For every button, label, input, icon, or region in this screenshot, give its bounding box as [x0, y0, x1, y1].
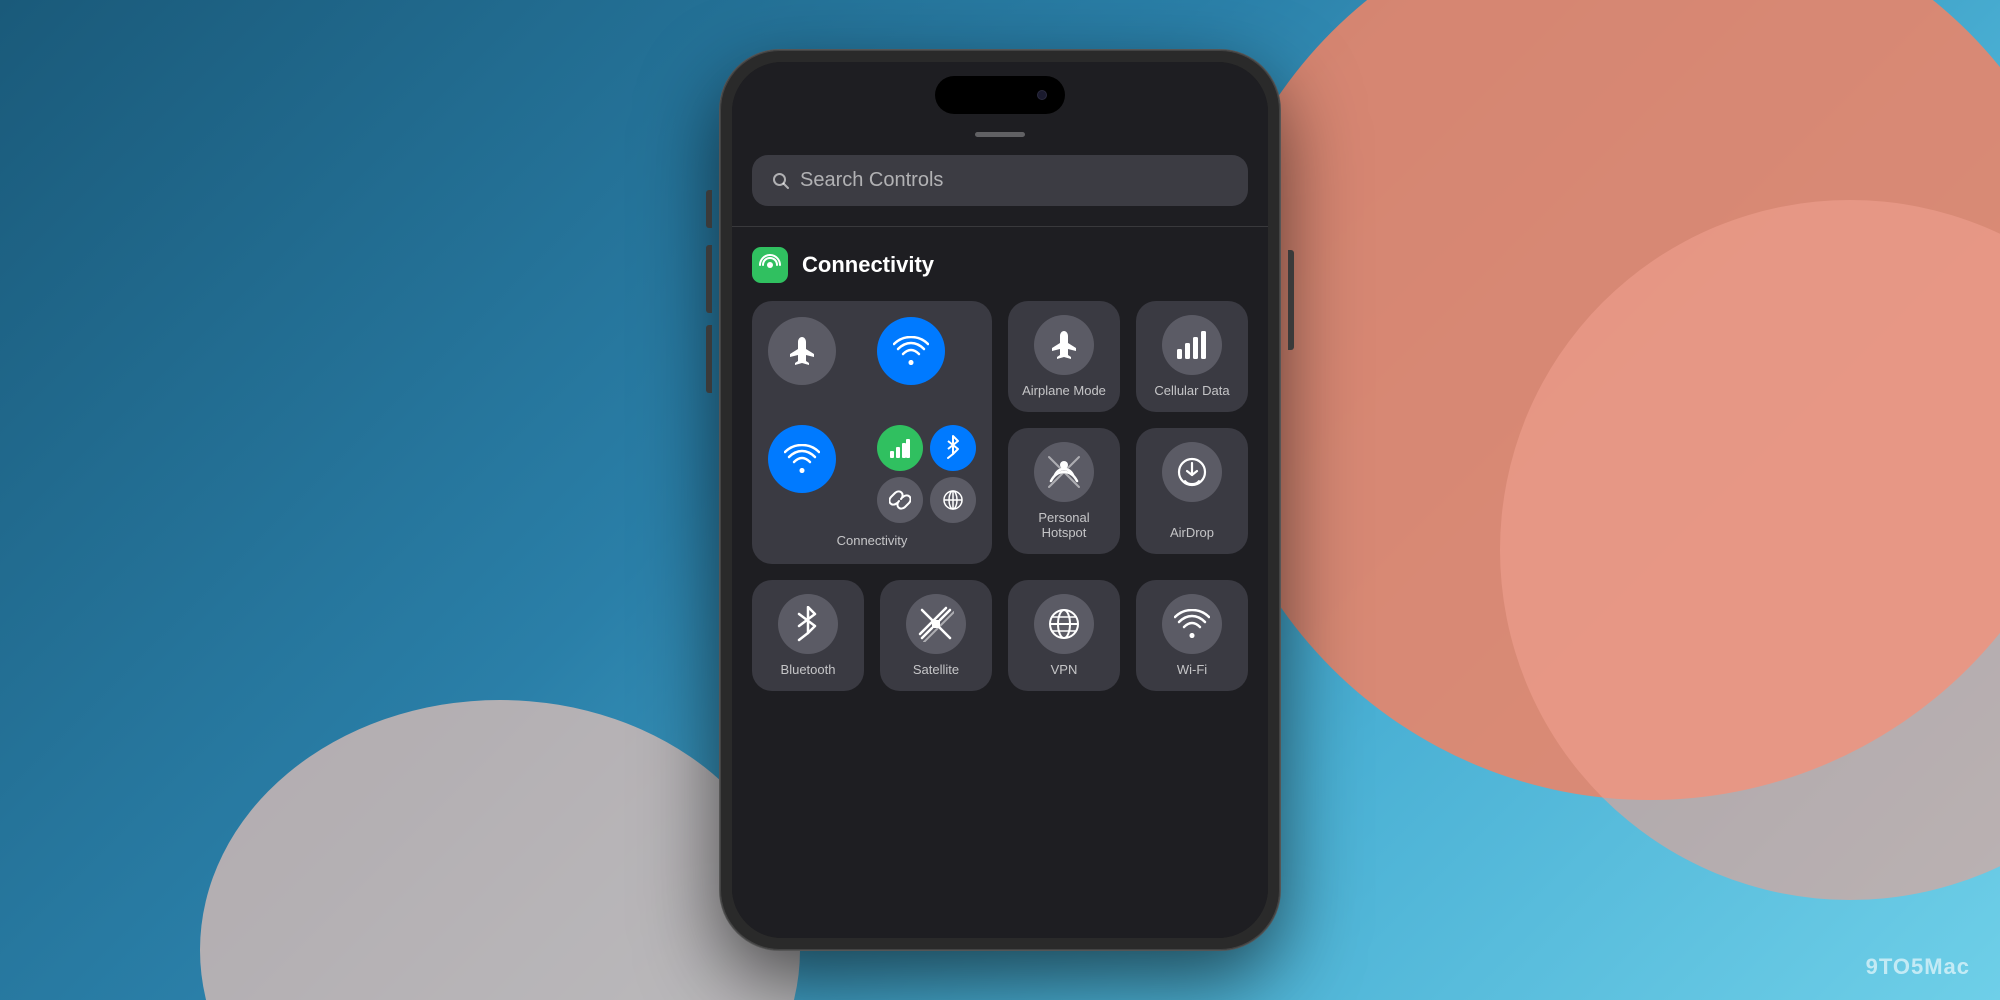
mini-cellular-btn[interactable] — [877, 425, 923, 471]
connectivity-widget[interactable]: Connectivity — [752, 301, 992, 564]
connectivity-airplane-btn[interactable] — [768, 317, 836, 385]
bottom-row: Bluetooth — [752, 580, 1248, 691]
airdrop-label: AirDrop — [1170, 525, 1214, 540]
bluetooth-item[interactable]: Bluetooth — [752, 580, 864, 691]
phone-container: Search Controls — [720, 50, 1280, 950]
section-header: Connectivity — [752, 247, 1248, 283]
wifi-item[interactable]: Wi-Fi — [1136, 580, 1248, 691]
cellular-data-label: Cellular Data — [1154, 383, 1229, 398]
phone-screen: Search Controls — [732, 62, 1268, 938]
cellular-data-circle — [1162, 315, 1222, 375]
divider — [732, 226, 1268, 227]
phone-outer: Search Controls — [720, 50, 1280, 950]
airplane-mode-circle — [1034, 315, 1094, 375]
connectivity-widget-label: Connectivity — [837, 533, 908, 548]
search-placeholder: Search Controls — [800, 169, 943, 192]
mute-button[interactable] — [706, 190, 712, 228]
search-icon — [772, 172, 790, 190]
watermark: 9TO5Mac — [1866, 954, 1970, 980]
screen-content: Search Controls — [732, 62, 1268, 938]
vpn-item[interactable]: VPN — [1008, 580, 1120, 691]
drag-handle[interactable] — [975, 132, 1025, 137]
section-title: Connectivity — [802, 252, 934, 278]
satellite-item[interactable]: Satellite — [880, 580, 992, 691]
connectivity-section-icon — [752, 247, 788, 283]
personal-hotspot-item[interactable]: Personal Hotspot — [1008, 428, 1120, 554]
power-button[interactable] — [1288, 250, 1294, 350]
mini-link-btn[interactable] — [877, 477, 923, 523]
vpn-label: VPN — [1051, 662, 1078, 677]
connectivity-wifi-btn[interactable] — [877, 317, 945, 385]
personal-hotspot-label: Personal Hotspot — [1022, 510, 1106, 540]
satellite-label: Satellite — [913, 662, 959, 677]
controls-area: Connectivity — [732, 247, 1268, 938]
bluetooth-circle — [778, 594, 838, 654]
search-bar[interactable]: Search Controls — [752, 155, 1248, 206]
dynamic-island — [935, 76, 1065, 114]
volume-up-button[interactable] — [706, 245, 712, 313]
airplane-mode-label: Airplane Mode — [1022, 383, 1106, 398]
small-grid — [877, 425, 976, 523]
wifi-label: Wi-Fi — [1177, 662, 1207, 677]
camera-dot — [1037, 90, 1047, 100]
mini-bluetooth-btn[interactable] — [930, 425, 976, 471]
airplane-mode-item[interactable]: Airplane Mode — [1008, 301, 1120, 412]
personal-hotspot-circle — [1034, 442, 1094, 502]
cellular-data-item[interactable]: Cellular Data — [1136, 301, 1248, 412]
satellite-circle — [906, 594, 966, 654]
volume-down-button[interactable] — [706, 325, 712, 393]
wifi-circle — [1162, 594, 1222, 654]
right-row-bottom: Personal Hotspot — [1008, 428, 1248, 554]
controls-grid: Connectivity — [752, 301, 1248, 564]
airdrop-circle — [1162, 442, 1222, 502]
right-row-top: Airplane Mode — [1008, 301, 1248, 412]
connectivity-wifi2-btn[interactable] — [768, 425, 836, 493]
bluetooth-label: Bluetooth — [781, 662, 836, 677]
vpn-circle — [1034, 594, 1094, 654]
right-column: Airplane Mode — [1008, 301, 1248, 564]
airdrop-item[interactable]: AirDrop — [1136, 428, 1248, 554]
mini-globe-btn[interactable] — [930, 477, 976, 523]
